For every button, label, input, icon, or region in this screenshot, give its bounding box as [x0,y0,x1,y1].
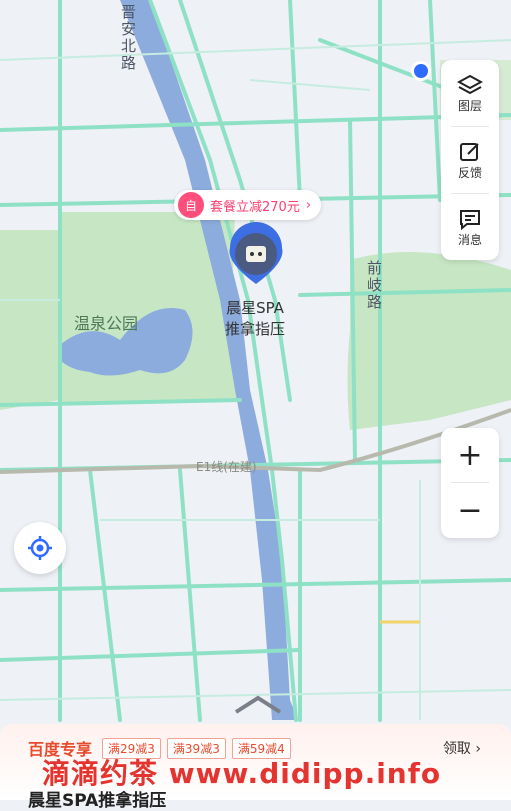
watermark-text: 滴滴约茶 www.didipp.info [42,752,441,792]
metro-line-label: E1线(在建) [196,458,257,475]
zoom-in-button[interactable]: + [441,428,499,482]
road-label-jinan-north: 晋安北路 [118,4,139,72]
feedback-icon [458,140,482,164]
poi-name-line1: 晨星SPA [200,298,310,319]
promo-text: 套餐立减270元 [210,196,300,215]
feedback-button[interactable]: 反馈 [441,127,499,193]
message-icon [458,207,482,231]
park-area-2 [0,230,60,410]
road-label-qianqi: 前岐路 [364,260,385,311]
zoom-out-button[interactable]: − [441,483,499,537]
promo-bubble[interactable]: 自 套餐立减270元 › [174,190,321,220]
claim-label: 领取 [443,741,471,757]
layers-button[interactable]: 图层 [441,60,499,126]
layers-label: 图层 [458,97,482,114]
feedback-label: 反馈 [458,164,482,181]
message-label: 消息 [458,231,482,248]
message-button[interactable]: 消息 [441,194,499,260]
map-canvas[interactable] [0,0,511,800]
zoom-controls: + − [441,428,499,538]
crosshair-icon [27,535,53,561]
claim-button[interactable]: 领取 › [443,738,481,758]
locate-button[interactable] [14,522,66,574]
poi-name-label[interactable]: 晨星SPA 推拿指压 [200,298,310,340]
map-tools-panel: 图层 反馈 消息 [441,60,499,260]
layers-icon [457,73,483,97]
poi-name-line2: 推拿指压 [200,319,310,340]
promo-bag-icon: 自 [178,192,204,218]
park-label: 温泉公园 [74,310,138,334]
promo-chevron-icon: › [306,198,311,213]
chevron-right-icon: › [475,741,481,757]
